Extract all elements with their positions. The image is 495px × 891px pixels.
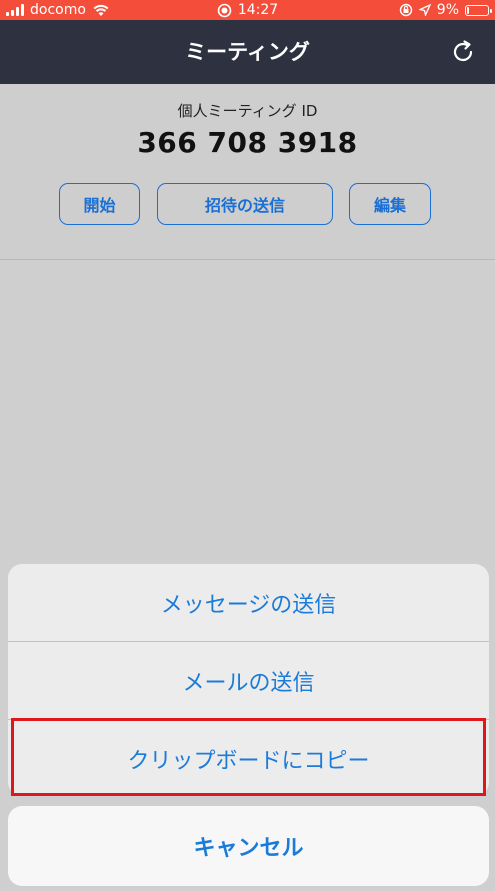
- meeting-id-value: 366 708 3918: [137, 126, 358, 159]
- start-button[interactable]: 開始: [59, 183, 140, 225]
- send-message-option[interactable]: メッセージの送信: [8, 564, 489, 641]
- send-email-option[interactable]: メールの送信: [8, 642, 489, 719]
- battery-percent: 9%: [436, 2, 459, 18]
- status-bar: docomo 14:27 9%: [0, 0, 495, 20]
- status-time: 14:27: [237, 2, 279, 18]
- location-icon: [418, 4, 431, 16]
- status-right: 9%: [399, 0, 492, 20]
- nav-bar: ミーティング: [0, 20, 495, 84]
- highlight-box: [11, 718, 486, 796]
- page-title: ミーティング: [185, 40, 310, 64]
- edit-button[interactable]: 編集: [349, 183, 431, 225]
- meeting-panel: 個人ミーティング ID 366 708 3918 開始 招待の送信 編集: [0, 84, 495, 260]
- meeting-id-label: 個人ミーティング ID: [177, 102, 318, 120]
- orientation-lock-icon: [399, 3, 412, 17]
- cancel-button[interactable]: キャンセル: [8, 806, 489, 886]
- send-invite-button[interactable]: 招待の送信: [157, 183, 333, 225]
- battery-icon: [465, 4, 492, 16]
- battery-fill: [467, 6, 469, 14]
- screen-recording-icon: [217, 3, 232, 17]
- refresh-icon[interactable]: [449, 38, 477, 66]
